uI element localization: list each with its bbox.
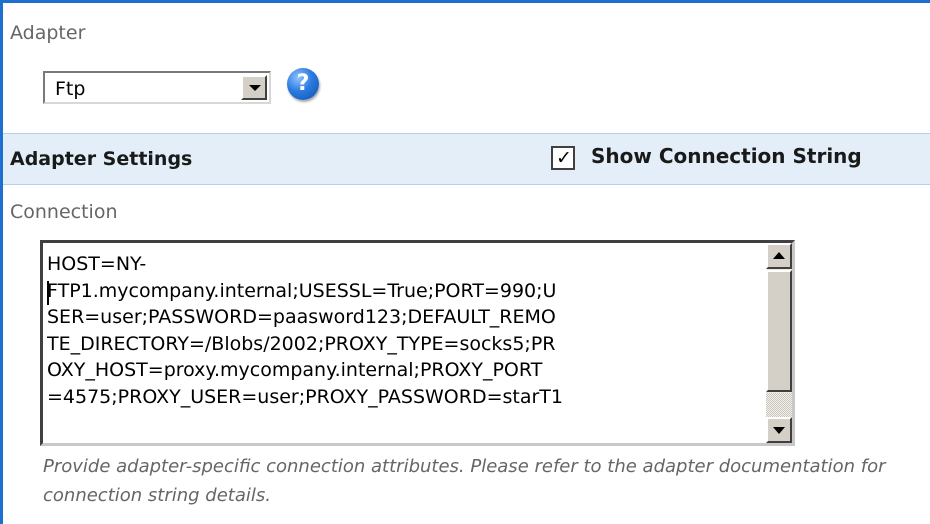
scroll-down-button[interactable] — [766, 417, 792, 443]
adapter-select-value: Ftp — [55, 78, 86, 100]
arrow-up-icon — [773, 252, 785, 259]
adapter-select[interactable]: Ftp — [43, 71, 271, 104]
arrow-down-icon — [773, 427, 785, 434]
scrollbar-thumb[interactable] — [766, 270, 792, 392]
scroll-up-button[interactable] — [766, 243, 792, 269]
panel-top-border — [0, 0, 930, 3]
checkmark-icon: ✓ — [556, 147, 572, 169]
panel-left-border — [0, 0, 3, 524]
connection-line: SER=user;PASSWORD=paasword123;DEFAULT_RE… — [47, 306, 556, 328]
scrollbar-track[interactable] — [766, 393, 792, 417]
connection-line: HOST=NY- — [47, 253, 147, 275]
show-connection-string-label[interactable]: Show Connection String — [591, 144, 862, 168]
show-connection-string-checkbox[interactable]: ✓ — [551, 146, 575, 170]
connection-line: FTP1.mycompany.internal;USESSL=True;PORT… — [47, 279, 557, 302]
chevron-down-icon — [249, 85, 261, 91]
connection-string-text[interactable]: HOST=NY- FTP1.mycompany.internal;USESSL=… — [47, 251, 767, 410]
adapter-select-dropdown-button[interactable] — [241, 75, 267, 100]
adapter-label: Adapter — [10, 22, 86, 44]
connection-line: OXY_HOST=proxy.mycompany.internal;PROXY_… — [47, 359, 543, 381]
connection-label: Connection — [10, 201, 118, 223]
text-caret — [47, 281, 49, 305]
connection-line: TE_DIRECTORY=/Blobs/2002;PROXY_TYPE=sock… — [47, 332, 556, 355]
textarea-scrollbar[interactable] — [766, 243, 792, 443]
connection-string-textarea[interactable]: HOST=NY- FTP1.mycompany.internal;USESSL=… — [40, 240, 795, 446]
adapter-settings-header: Adapter Settings ✓ Show Connection Strin… — [3, 133, 930, 185]
adapter-settings-title: Adapter Settings — [10, 148, 193, 170]
adapter-config-panel: Adapter Ftp ? Adapter Settings ✓ Show Co… — [0, 0, 930, 524]
connection-line: =4575;PROXY_USER=user;PROXY_PASSWORD=sta… — [47, 385, 564, 408]
connection-help-text: Provide adapter-specific connection attr… — [43, 456, 886, 506]
help-icon[interactable]: ? — [287, 68, 319, 100]
